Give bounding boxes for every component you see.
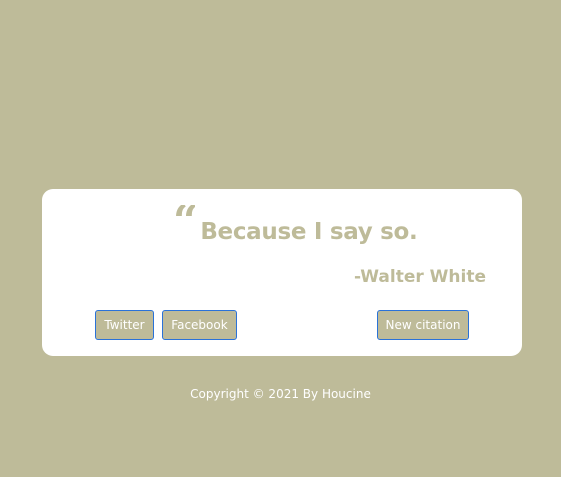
page: “ Because I say so. -Walter White Twitte…: [0, 0, 561, 477]
quote-line: “ Because I say so.: [173, 205, 418, 245]
quote-card: “ Because I say so. -Walter White Twitte…: [42, 189, 522, 356]
new-citation-button[interactable]: New citation: [377, 310, 469, 340]
copyright-text: Copyright © 2021 By Houcine: [190, 387, 371, 401]
twitter-button[interactable]: Twitter: [95, 310, 154, 340]
facebook-button[interactable]: Facebook: [162, 310, 237, 340]
quote-text: Because I say so.: [200, 219, 418, 245]
quote-author: -Walter White: [353, 267, 486, 287]
quote-open-icon: “: [173, 205, 196, 235]
